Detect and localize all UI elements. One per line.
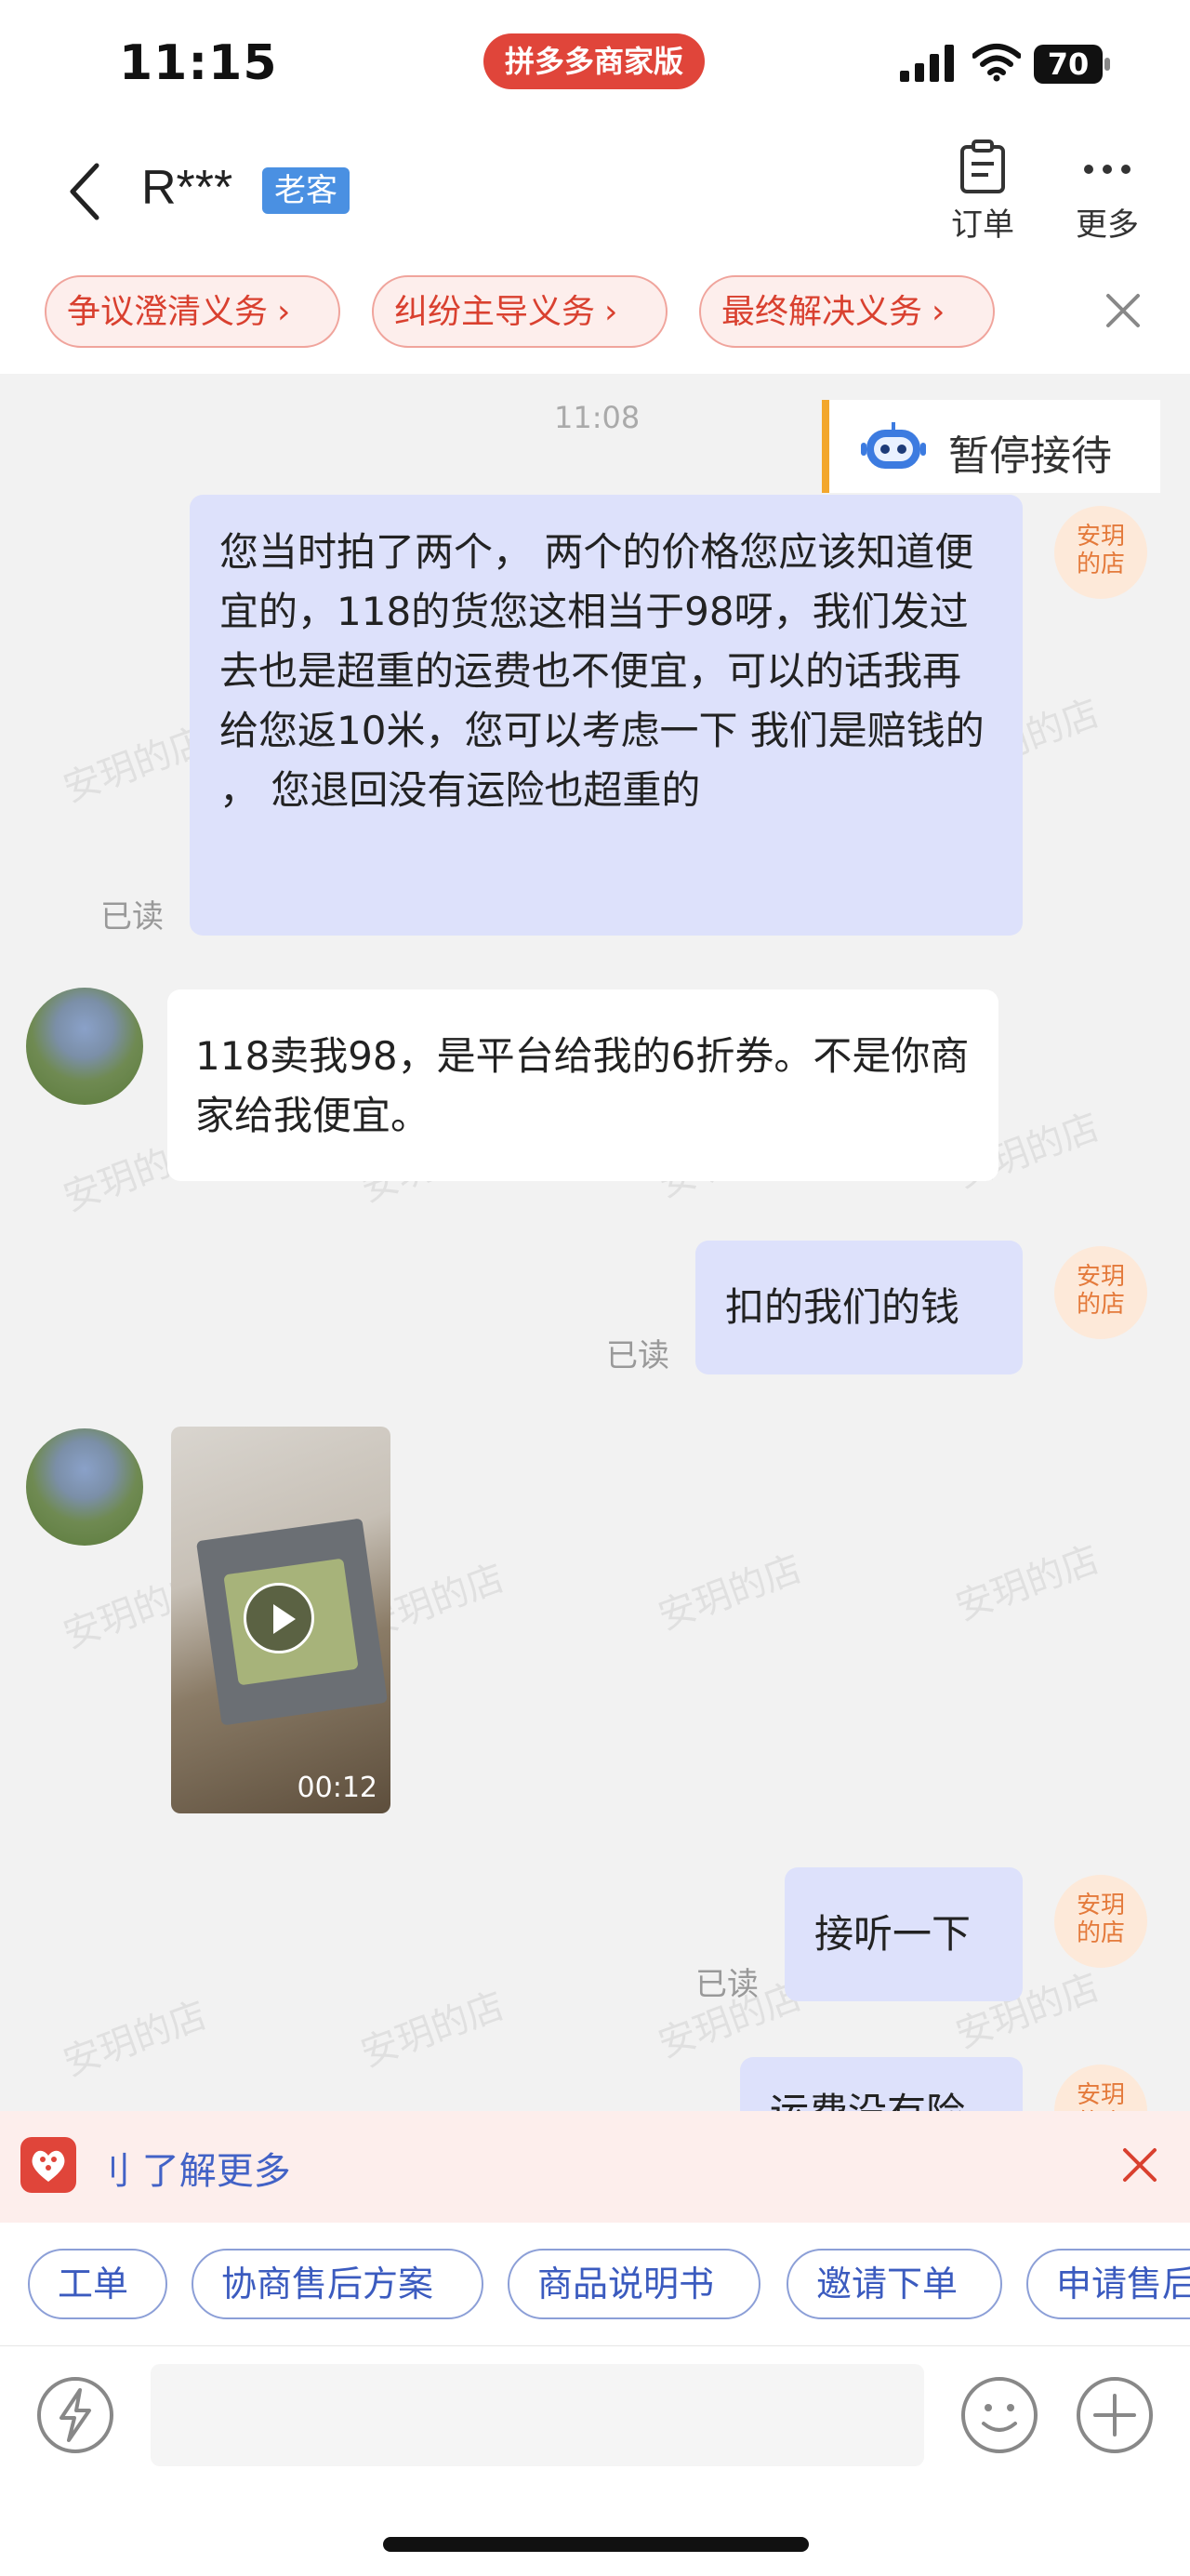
chevron-right-icon: ›: [932, 293, 945, 331]
order-button[interactable]: 订单: [932, 139, 1034, 251]
chevron-right-icon: ›: [277, 293, 291, 331]
shop-avatar-text: 安玥 的店: [1076, 523, 1125, 578]
message-bubble-merchant[interactable]: 您当时拍了两个， 两个的价格您应该知道便宜的，118的货您这相当于98呀，我们发…: [190, 495, 1023, 936]
app-name-pill[interactable]: 拼多多商家版: [483, 33, 705, 89]
add-icon[interactable]: [1075, 2375, 1155, 2455]
chip-dispute-clarify[interactable]: 争议澄清义务 ›: [45, 275, 340, 348]
contact-name: R***: [141, 161, 233, 215]
more-label: 更多: [1076, 206, 1139, 244]
watermark: 安玥的店: [58, 1993, 213, 2085]
more-button[interactable]: 更多: [1056, 139, 1158, 251]
chip-final-resolve[interactable]: 最终解决义务 ›: [699, 275, 995, 348]
robot-icon: [861, 422, 926, 469]
close-chips-icon[interactable]: [1103, 290, 1144, 331]
video-duration: 00:12: [297, 1772, 377, 1804]
customer-avatar[interactable]: [26, 988, 143, 1105]
home-indicator: [383, 2537, 809, 2552]
message-bubble-merchant[interactable]: 接听一下: [785, 1867, 1023, 2001]
read-receipt: 已读: [606, 1337, 669, 1374]
cell-signal-icon: [900, 45, 954, 82]
status-time: 11:15: [119, 35, 278, 91]
chip-dispute-lead[interactable]: 纠纷主导义务 ›: [372, 275, 668, 348]
more-dots-icon: [1084, 165, 1130, 174]
clipboard-icon: [960, 139, 1005, 193]
quick-action-invite-order[interactable]: 邀请下单: [787, 2249, 1002, 2319]
chevron-right-icon: ›: [604, 293, 618, 331]
quick-action-aftersale-plan[interactable]: 协商售后方案: [192, 2249, 483, 2319]
back-arrow-icon[interactable]: [67, 162, 104, 221]
customer-badge: 老客: [262, 167, 350, 214]
quick-action-apply-aftersale[interactable]: 申请售后: [1026, 2249, 1190, 2319]
message-bubble-merchant[interactable]: 扣的我们的钱: [695, 1241, 1023, 1374]
pinduoduo-logo-icon: [20, 2137, 76, 2193]
customer-avatar[interactable]: [26, 1428, 143, 1546]
quick-action-manual[interactable]: 商品说明书: [508, 2249, 760, 2319]
read-receipt: 已读: [695, 1966, 759, 2003]
chip-label: 最终解决义务: [721, 293, 923, 331]
watermark: 安玥的店: [355, 1984, 510, 2076]
wifi-icon: [972, 44, 1021, 82]
chip-label: 争议澄清义务: [67, 293, 269, 331]
notice-learn-more[interactable]: 刂 了解更多: [93, 2141, 291, 2195]
message-input[interactable]: [151, 2364, 924, 2466]
watermark: 安玥的店: [653, 1547, 808, 1639]
message-text: 您当时拍了两个， 两个的价格您应该知道便宜的，118的货您这相当于98呀，我们发…: [219, 529, 985, 813]
shop-avatar[interactable]: 安玥 的店: [1054, 506, 1147, 599]
battery-icon: 70: [1034, 45, 1112, 84]
shop-avatar[interactable]: 安玥 的店: [1054, 1875, 1147, 1968]
video-message[interactable]: 00:12: [171, 1427, 390, 1813]
emoji-icon[interactable]: [959, 2375, 1039, 2455]
watermark: 安玥的店: [950, 1537, 1105, 1629]
read-receipt: 已读: [100, 898, 164, 936]
pause-reception-label: 暂停接待: [948, 432, 1112, 480]
message-text: 扣的我们的钱: [725, 1284, 960, 1330]
battery-level: 70: [1047, 46, 1090, 82]
chat-timestamp: 11:08: [554, 400, 641, 435]
chip-label: 纠纷主导义务: [394, 293, 596, 331]
close-notice-icon[interactable]: [1119, 2144, 1160, 2185]
play-icon[interactable]: [244, 1583, 314, 1653]
message-text: 118卖我98，是平台给我的6折券。不是你商家给我便宜。: [195, 1033, 970, 1138]
message-text: 接听一下: [814, 1911, 972, 1957]
quick-action-work-order[interactable]: 工单: [28, 2249, 167, 2319]
quick-reply-icon[interactable]: [35, 2375, 115, 2455]
shop-avatar[interactable]: 安玥 的店: [1054, 1246, 1147, 1339]
order-label: 订单: [951, 206, 1014, 244]
message-bubble-customer[interactable]: 118卖我98，是平台给我的6折券。不是你商家给我便宜。: [167, 989, 998, 1181]
